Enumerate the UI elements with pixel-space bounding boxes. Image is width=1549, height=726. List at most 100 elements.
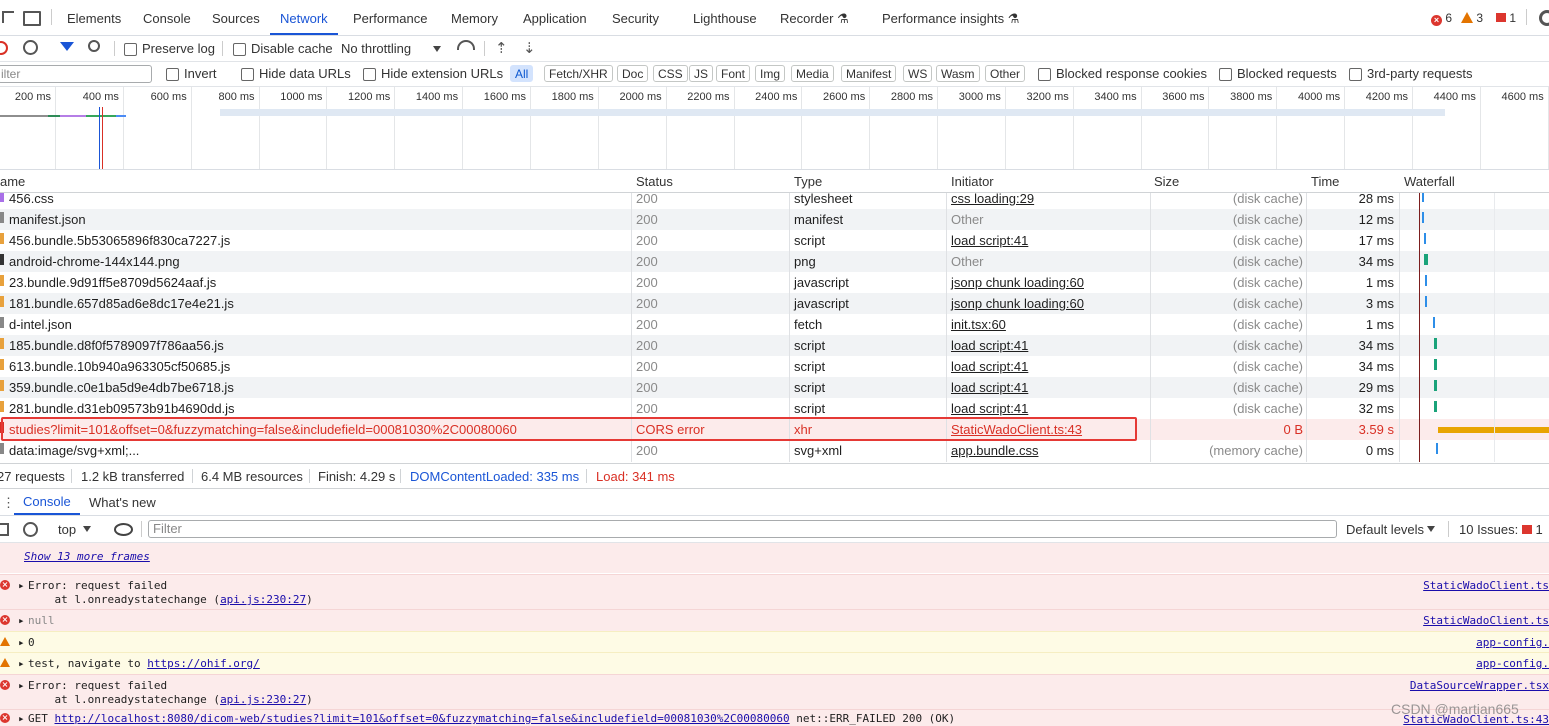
import-har-upload-icon[interactable]: ⇡ <box>495 39 508 57</box>
request-initiator[interactable]: jsonp chunk loading:60 <box>951 296 1084 311</box>
source-link[interactable]: api.js:230:27 <box>220 693 306 706</box>
tab-lighthouse[interactable]: Lighthouse <box>693 0 757 35</box>
message-source-link[interactable]: StaticWadoClient.ts <box>1423 579 1549 592</box>
column-header-size[interactable]: Size <box>1154 174 1179 189</box>
type-filter-css[interactable]: CSS <box>653 65 688 82</box>
tab-performance-insights[interactable]: Performance insights ⚗ <box>882 0 1019 35</box>
request-initiator[interactable]: load script:41 <box>951 338 1028 353</box>
tab-elements[interactable]: Elements <box>67 0 121 35</box>
source-link[interactable]: api.js:230:27 <box>220 593 306 606</box>
tab-console[interactable]: Console <box>143 0 191 35</box>
hide-extension-urls-checkbox[interactable] <box>363 68 376 81</box>
type-filter-media[interactable]: Media <box>791 65 834 82</box>
request-initiator[interactable]: css loading:29 <box>951 191 1034 206</box>
request-row[interactable]: 23.bundle.9d91ff5e8709d5624aaf.js 200 java… <box>0 272 1549 293</box>
request-initiator[interactable]: app.bundle.css <box>951 443 1038 458</box>
inspect-element-icon[interactable] <box>2 11 14 23</box>
console-filter-input[interactable]: Filter <box>148 520 1337 538</box>
message-source-link[interactable]: StaticWadoClient.ts <box>1423 614 1549 627</box>
type-filter-fetch-xhr[interactable]: Fetch/XHR <box>544 65 613 82</box>
filter-funnel-icon[interactable] <box>60 42 74 51</box>
request-row[interactable]: 456.bundle.5b53065896f830ca7227.js 200 scr… <box>0 230 1549 251</box>
request-initiator[interactable]: init.tsx:60 <box>951 317 1006 332</box>
issues-counter[interactable]: 1 <box>1496 11 1516 25</box>
request-row[interactable]: data:image/svg+xml;... 200 svg+xml app.bund… <box>0 440 1549 461</box>
type-filter-img[interactable]: Img <box>755 65 786 82</box>
message-url-link[interactable]: https://ohif.org/ <box>147 657 260 670</box>
request-initiator[interactable]: load script:41 <box>951 233 1028 248</box>
timeline-overview[interactable]: 200 ms 400 ms 600 ms 800 ms 1000 ms 1200 ms 14… <box>0 87 1549 170</box>
type-filter-manifest[interactable]: Manifest <box>841 65 897 82</box>
search-icon[interactable] <box>88 40 100 52</box>
filter-input[interactable]: ilter <box>0 65 152 83</box>
expand-triangle-icon[interactable]: ▸ <box>18 579 25 592</box>
preserve-log-checkbox[interactable] <box>124 43 137 56</box>
blocked-cookies-checkbox[interactable] <box>1038 68 1051 81</box>
type-filter-wasm[interactable]: Wasm <box>936 65 980 82</box>
column-header-type[interactable]: Type <box>794 174 822 189</box>
live-expression-eye-icon[interactable] <box>114 523 133 536</box>
column-header-initiator[interactable]: Initiator <box>951 174 994 189</box>
issues-button[interactable]: 10 Issues: 1 <box>1459 522 1543 537</box>
type-filter-all[interactable]: All <box>510 65 534 82</box>
tab-memory[interactable]: Memory <box>451 0 498 35</box>
expand-triangle-icon[interactable]: ▸ <box>18 712 25 725</box>
sidebar-toggle-icon[interactable] <box>0 523 9 536</box>
message-source-link[interactable]: DataSourceWrapper.tsx <box>1410 679 1549 692</box>
warning-counter[interactable]: 3 <box>1461 11 1483 25</box>
type-filter-ws[interactable]: WS <box>903 65 933 82</box>
drawer-tab-whats-new[interactable]: What's new <box>89 495 156 510</box>
column-header-time[interactable]: Time <box>1311 174 1339 189</box>
throttling-select[interactable]: No throttling <box>341 41 411 56</box>
third-party-checkbox[interactable] <box>1349 68 1362 81</box>
message-source-link[interactable]: app-config. <box>1476 636 1549 649</box>
request-initiator[interactable]: load script:41 <box>951 380 1028 395</box>
request-initiator[interactable]: load script:41 <box>951 359 1028 374</box>
error-counter[interactable]: × 6 <box>1431 11 1452 26</box>
request-row[interactable]: 359.bundle.c0e1ba5d9e4db7be6718.js 200 scr… <box>0 377 1549 398</box>
dropdown-arrow-icon[interactable] <box>433 46 441 52</box>
request-initiator[interactable]: jsonp chunk loading:60 <box>951 275 1084 290</box>
type-filter-other[interactable]: Other <box>985 65 1026 82</box>
settings-gear-icon[interactable] <box>1539 10 1549 26</box>
device-toolbar-icon[interactable] <box>23 11 41 26</box>
network-conditions-wifi-icon[interactable] <box>457 40 475 50</box>
tab-performance[interactable]: Performance <box>353 0 427 35</box>
tab-application[interactable]: Application <box>523 0 587 35</box>
expand-triangle-icon[interactable]: ▸ <box>18 679 25 692</box>
expand-triangle-icon[interactable]: ▸ <box>18 614 25 627</box>
request-row[interactable]: 181.bundle.657d85ad6e8dc17e4e21.js 200 jav… <box>0 293 1549 314</box>
message-source-link[interactable]: app-config. <box>1476 657 1549 670</box>
context-selector[interactable]: top <box>58 522 92 537</box>
type-filter-js[interactable]: JS <box>689 65 714 82</box>
tab-security[interactable]: Security <box>612 0 659 35</box>
type-filter-doc[interactable]: Doc <box>617 65 649 82</box>
request-row[interactable]: android-chrome-144x144.png 200 png Other (di… <box>0 251 1549 272</box>
log-levels-dropdown[interactable]: Default levels <box>1346 522 1436 537</box>
request-row[interactable]: 185.bundle.d8f0f5789097f786aa56.js 200 scr… <box>0 335 1549 356</box>
blocked-requests-checkbox[interactable] <box>1219 68 1232 81</box>
column-header-name[interactable]: ame <box>0 174 25 189</box>
request-row[interactable]: 281.bundle.d31eb09573b91b4690dd.js 200 scr… <box>0 398 1549 419</box>
message-url-link[interactable]: http://localhost:8080/dicom-web/studies?… <box>55 712 790 725</box>
tab-network[interactable]: Network <box>270 0 338 35</box>
drawer-tab-console[interactable]: Console <box>14 489 80 515</box>
request-row[interactable]: 613.bundle.10b940a963305cf50685.js 200 scr… <box>0 356 1549 377</box>
type-filter-font[interactable]: Font <box>716 65 751 82</box>
export-har-download-icon[interactable]: ⇣ <box>523 39 536 57</box>
column-header-waterfall[interactable]: Waterfall <box>1404 174 1455 189</box>
clear-console-icon[interactable] <box>23 522 38 537</box>
column-header-status[interactable]: Status <box>636 174 673 189</box>
disable-cache-checkbox[interactable] <box>233 43 246 56</box>
record-stop-icon[interactable] <box>0 41 8 55</box>
request-row[interactable]: d-intel.json 200 fetch init.tsx:60 (disk cac… <box>0 314 1549 335</box>
hide-data-urls-checkbox[interactable] <box>241 68 254 81</box>
show-more-frames-link[interactable]: Show 13 more frames <box>24 550 150 563</box>
tab-recorder[interactable]: Recorder ⚗ <box>780 0 849 35</box>
tab-sources[interactable]: Sources <box>212 0 260 35</box>
clear-icon[interactable] <box>23 40 38 55</box>
invert-checkbox[interactable] <box>166 68 179 81</box>
request-row[interactable]: manifest.json 200 manifest Other (disk cache… <box>0 209 1549 230</box>
expand-triangle-icon[interactable]: ▸ <box>18 636 25 649</box>
request-initiator[interactable]: load script:41 <box>951 401 1028 416</box>
